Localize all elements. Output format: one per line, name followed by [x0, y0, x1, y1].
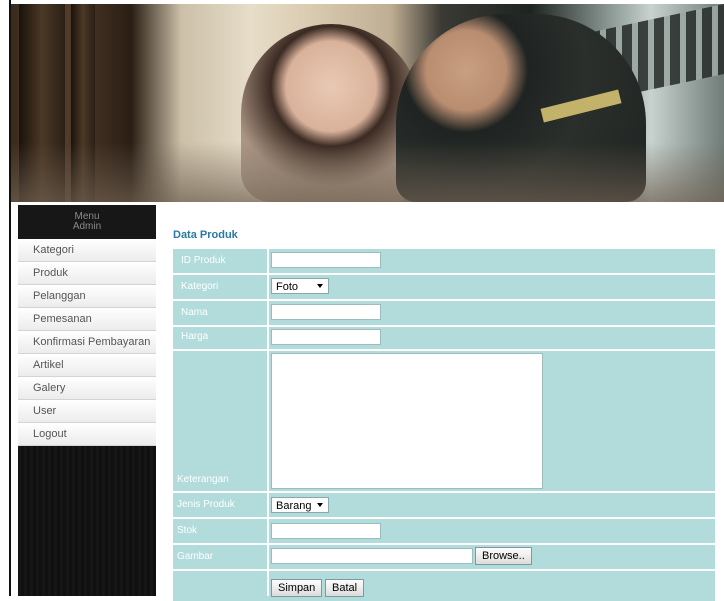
nama-input[interactable] — [271, 304, 381, 320]
harga-input[interactable] — [271, 329, 381, 345]
header-banner-photo — [11, 4, 724, 202]
kategori-label: Kategori — [173, 275, 267, 299]
simpan-button[interactable]: Simpan — [271, 579, 323, 597]
batal-button[interactable]: Batal — [325, 579, 365, 597]
sidebar-item-logout[interactable]: Logout — [18, 423, 156, 446]
form-row-actions: Simpan Batal — [173, 571, 715, 601]
nama-cell — [267, 301, 715, 325]
form-row-jenis-produk: Jenis Produk Barang — [173, 493, 715, 517]
kategori-cell: Foto — [267, 275, 715, 299]
form-row-stok: Stok — [173, 519, 715, 543]
sidebar-item-kategori[interactable]: Kategori — [18, 239, 156, 262]
sidebar-menu: Kategori Produk Pelanggan Pemesanan Konf… — [18, 239, 156, 446]
page-left-margin — [0, 0, 9, 596]
keterangan-cell — [267, 351, 715, 491]
id-produk-label: ID Produk — [173, 249, 267, 273]
sidebar-item-pelanggan[interactable]: Pelanggan — [18, 285, 156, 308]
sidebar-item-pemesanan[interactable]: Pemesanan — [18, 308, 156, 331]
kategori-selected-value: Foto — [276, 281, 299, 293]
gambar-cell: Browse.. — [267, 545, 715, 569]
id-produk-cell — [267, 249, 715, 273]
gambar-file-path[interactable] — [271, 548, 473, 564]
nama-label: Nama — [173, 301, 267, 325]
column-divider — [267, 249, 269, 596]
actions-label-cell — [173, 571, 267, 601]
keterangan-label: Keterangan — [177, 474, 229, 485]
sidebar-item-produk[interactable]: Produk — [18, 262, 156, 285]
jenis-produk-label: Jenis Produk — [173, 493, 267, 517]
jenis-produk-select[interactable]: Barang — [271, 497, 329, 513]
harga-label: Harga — [173, 327, 267, 349]
actions-cell: Simpan Batal — [267, 571, 715, 601]
harga-cell — [267, 327, 715, 349]
sidebar-item-konfirmasi-pembayaran[interactable]: Konfirmasi Pembayaran — [18, 331, 156, 354]
gambar-label: Gambar — [173, 545, 267, 569]
stok-cell — [267, 519, 715, 543]
sidebar-header-admin: Admin — [72, 221, 102, 232]
kategori-select[interactable]: Foto — [271, 278, 329, 294]
keterangan-label-cell: Keterangan — [173, 351, 267, 491]
stok-input[interactable] — [271, 523, 381, 539]
banner-floor — [11, 142, 724, 202]
jenis-produk-cell: Barang — [267, 493, 715, 517]
page-title: Data Produk — [173, 229, 238, 241]
chevron-down-icon — [317, 284, 323, 288]
form-row-gambar: Gambar Browse.. — [173, 545, 715, 569]
form-row-id-produk: ID Produk — [173, 249, 715, 273]
sidebar-item-galery[interactable]: Galery — [18, 377, 156, 400]
sidebar-item-artikel[interactable]: Artikel — [18, 354, 156, 377]
jenis-produk-selected-value: Barang — [276, 500, 312, 512]
browse-button[interactable]: Browse.. — [475, 547, 532, 565]
keterangan-textarea[interactable] — [271, 353, 543, 489]
stok-label: Stok — [173, 519, 267, 543]
form-row-kategori: Kategori Foto — [173, 275, 715, 299]
id-produk-input[interactable] — [271, 252, 381, 268]
form-row-keterangan: Keterangan — [173, 351, 715, 491]
form-row-harga: Harga — [173, 327, 715, 349]
admin-sidebar: Menu Admin Kategori Produk Pelanggan Pem… — [18, 205, 156, 596]
form-row-nama: Nama — [173, 301, 715, 325]
sidebar-header: Menu Admin — [18, 205, 156, 239]
chevron-down-icon — [317, 503, 323, 507]
sidebar-item-user[interactable]: User — [18, 400, 156, 423]
